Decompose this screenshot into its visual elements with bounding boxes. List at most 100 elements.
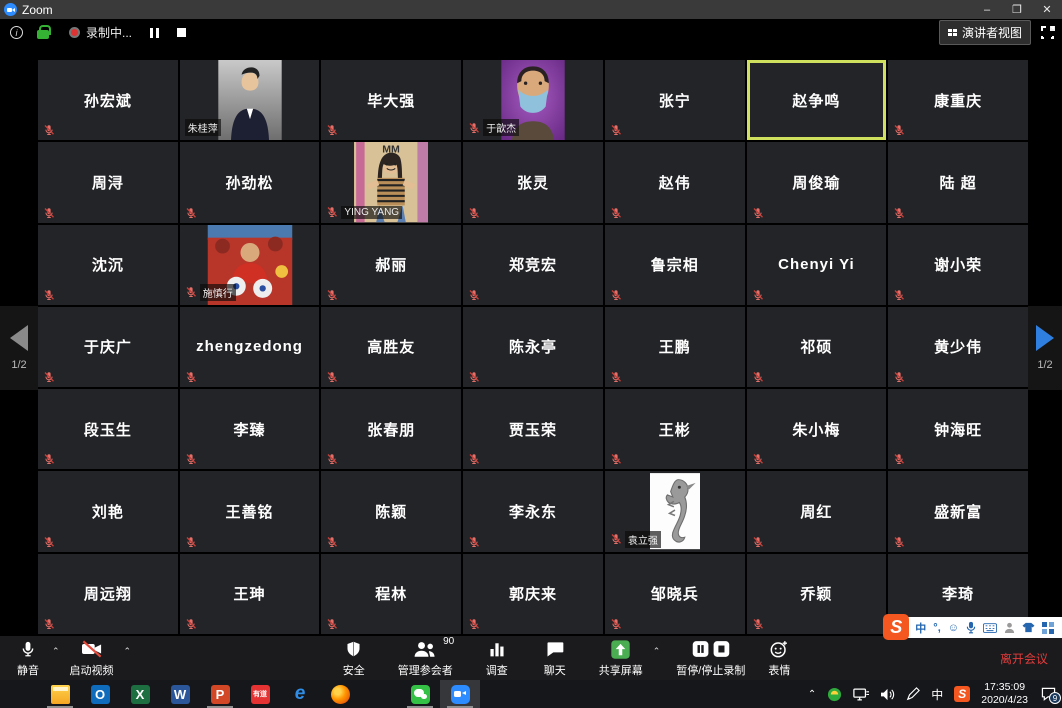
participant-tile[interactable]: 王鹏 [605, 307, 745, 387]
participant-tile[interactable]: 郝丽 [321, 225, 461, 305]
participant-tile[interactable]: 黄少伟 [888, 307, 1028, 387]
network-tray-icon[interactable] [853, 688, 869, 701]
participant-tile[interactable]: 周俊瑜 [747, 142, 887, 222]
powerpoint-taskbar-button[interactable]: P [200, 680, 240, 708]
start-taskbar-button[interactable] [0, 680, 40, 708]
leave-meeting-button[interactable]: 离开会议 [1000, 650, 1048, 667]
sogou-logo-icon[interactable]: S [883, 614, 909, 640]
participant-tile[interactable]: 张灵 [463, 142, 603, 222]
sogou-input-bar[interactable]: S 中 °, ☺ [885, 617, 1062, 638]
participant-tile[interactable]: 钟海旺 [888, 389, 1028, 469]
participant-tile[interactable]: 孙宏斌 [38, 60, 178, 140]
participant-tile[interactable]: 周红 [747, 471, 887, 551]
prev-page-button[interactable]: 1/2 [0, 306, 38, 390]
participant-tile[interactable]: 袁立强 [605, 471, 745, 551]
participant-tile[interactable]: 朱小梅 [747, 389, 887, 469]
participant-tile[interactable]: 高胜友 [321, 307, 461, 387]
security-button[interactable]: 安全 [332, 637, 376, 680]
skin-icon[interactable] [1022, 622, 1035, 633]
next-page-button[interactable]: 1/2 [1028, 306, 1062, 390]
participant-tile[interactable]: 程林 [321, 554, 461, 634]
participant-tile[interactable]: 李臻 [180, 389, 320, 469]
punctuation-indicator[interactable]: °, [933, 622, 940, 634]
participant-tile[interactable]: 乔颖 [747, 554, 887, 634]
sogou-tray-icon[interactable]: S [954, 686, 970, 702]
participant-tile[interactable]: 陈永亭 [463, 307, 603, 387]
manage-participants-button[interactable]: 90 管理参会者 [390, 637, 461, 680]
participant-tile[interactable]: zhengzedong [180, 307, 320, 387]
outlook-taskbar-button[interactable]: O [80, 680, 120, 708]
participant-tile[interactable]: 郑竞宏 [463, 225, 603, 305]
participant-tile[interactable]: 周远翔 [38, 554, 178, 634]
participant-tile[interactable]: 盛新富 [888, 471, 1028, 551]
participant-tile[interactable]: 于歆杰 [463, 60, 603, 140]
participant-tile[interactable]: 陆 超 [888, 142, 1028, 222]
participant-tile[interactable]: 毕大强 [321, 60, 461, 140]
edge-taskbar-button[interactable]: e [280, 680, 320, 708]
input-mode-indicator[interactable]: 中 [915, 620, 926, 636]
mute-button[interactable]: 静音 [6, 637, 50, 680]
action-center-icon[interactable]: 9 [1041, 687, 1056, 701]
participant-tile[interactable]: 于庆广 [38, 307, 178, 387]
participant-tile[interactable]: 朱桂萍 [180, 60, 320, 140]
participant-tile[interactable]: 祁硕 [747, 307, 887, 387]
pause-recording-icon[interactable] [150, 28, 159, 38]
mute-options-chevron-icon[interactable]: ⌃ [50, 646, 62, 657]
participant-tile[interactable]: 贾玉荣 [463, 389, 603, 469]
participant-tile[interactable]: 邹晓兵 [605, 554, 745, 634]
participant-tile[interactable]: 刘艳 [38, 471, 178, 551]
emoji-icon[interactable]: ☺ [948, 622, 959, 634]
voice-input-icon[interactable] [966, 621, 976, 634]
participant-tile[interactable]: 王珅 [180, 554, 320, 634]
wechat-taskbar-button[interactable] [400, 680, 440, 708]
participant-tile[interactable]: 李永东 [463, 471, 603, 551]
participant-tile[interactable]: 张春朋 [321, 389, 461, 469]
participant-tile[interactable]: 陈颖 [321, 471, 461, 551]
pause-stop-recording-button[interactable]: 暂停/停止录制 [668, 637, 753, 680]
restore-button[interactable]: ❐ [1002, 0, 1032, 19]
participant-tile[interactable]: 康重庆 [888, 60, 1028, 140]
participant-tile[interactable]: 沈沉 [38, 225, 178, 305]
minimize-button[interactable]: – [972, 0, 1002, 19]
participant-tile[interactable]: 张宁 [605, 60, 745, 140]
share-options-chevron-icon[interactable]: ⌃ [651, 646, 663, 657]
excel-taskbar-button[interactable]: X [120, 680, 160, 708]
file-explorer-taskbar-button[interactable] [40, 680, 80, 708]
chat-button[interactable]: 聊天 [533, 637, 577, 680]
participant-tile[interactable]: MMYING YANG [321, 142, 461, 222]
keyboard-icon[interactable] [983, 623, 997, 633]
close-button[interactable]: ✕ [1032, 0, 1062, 19]
polls-button[interactable]: 调查 [475, 637, 519, 680]
participant-tile[interactable]: 王善铭 [180, 471, 320, 551]
participant-tile[interactable]: 赵争鸣 [747, 60, 887, 140]
participant-tile[interactable]: Chenyi Yi [747, 225, 887, 305]
info-icon[interactable]: i [10, 26, 23, 39]
participant-tile[interactable]: 周浔 [38, 142, 178, 222]
tiles-app-taskbar-button[interactable] [360, 680, 400, 708]
start-video-button[interactable]: 启动视频 [62, 637, 122, 680]
youdao-taskbar-button[interactable]: 有道 [240, 680, 280, 708]
participant-tile[interactable]: 施慎行 [180, 225, 320, 305]
antivirus-tray-icon[interactable] [827, 687, 842, 702]
taskbar-clock[interactable]: 17:35:09 2020/4/23 [981, 681, 1028, 707]
participant-tile[interactable]: 郭庆来 [463, 554, 603, 634]
participant-tile[interactable]: 王彬 [605, 389, 745, 469]
fullscreen-icon[interactable] [1041, 26, 1054, 39]
video-options-chevron-icon[interactable]: ⌃ [122, 646, 134, 657]
speaker-view-button[interactable]: 演讲者视图 [939, 20, 1031, 45]
participant-tile[interactable]: 谢小荣 [888, 225, 1028, 305]
toolbox-icon[interactable] [1042, 622, 1054, 634]
tray-expand-chevron-icon[interactable]: ⌃ [808, 689, 816, 700]
stop-recording-icon[interactable] [177, 28, 186, 37]
participant-tile[interactable]: 鲁宗相 [605, 225, 745, 305]
participant-tile[interactable]: 孙劲松 [180, 142, 320, 222]
firefox-taskbar-button[interactable] [320, 680, 360, 708]
reactions-button[interactable]: 表情 [757, 637, 801, 680]
pen-tray-icon[interactable] [906, 687, 920, 701]
volume-tray-icon[interactable] [880, 688, 895, 701]
ime-language-indicator[interactable]: 中 [931, 686, 943, 703]
word-taskbar-button[interactable]: W [160, 680, 200, 708]
zoom-app-taskbar-button[interactable] [440, 680, 480, 708]
participant-tile[interactable]: 赵伟 [605, 142, 745, 222]
participant-tile[interactable]: 段玉生 [38, 389, 178, 469]
